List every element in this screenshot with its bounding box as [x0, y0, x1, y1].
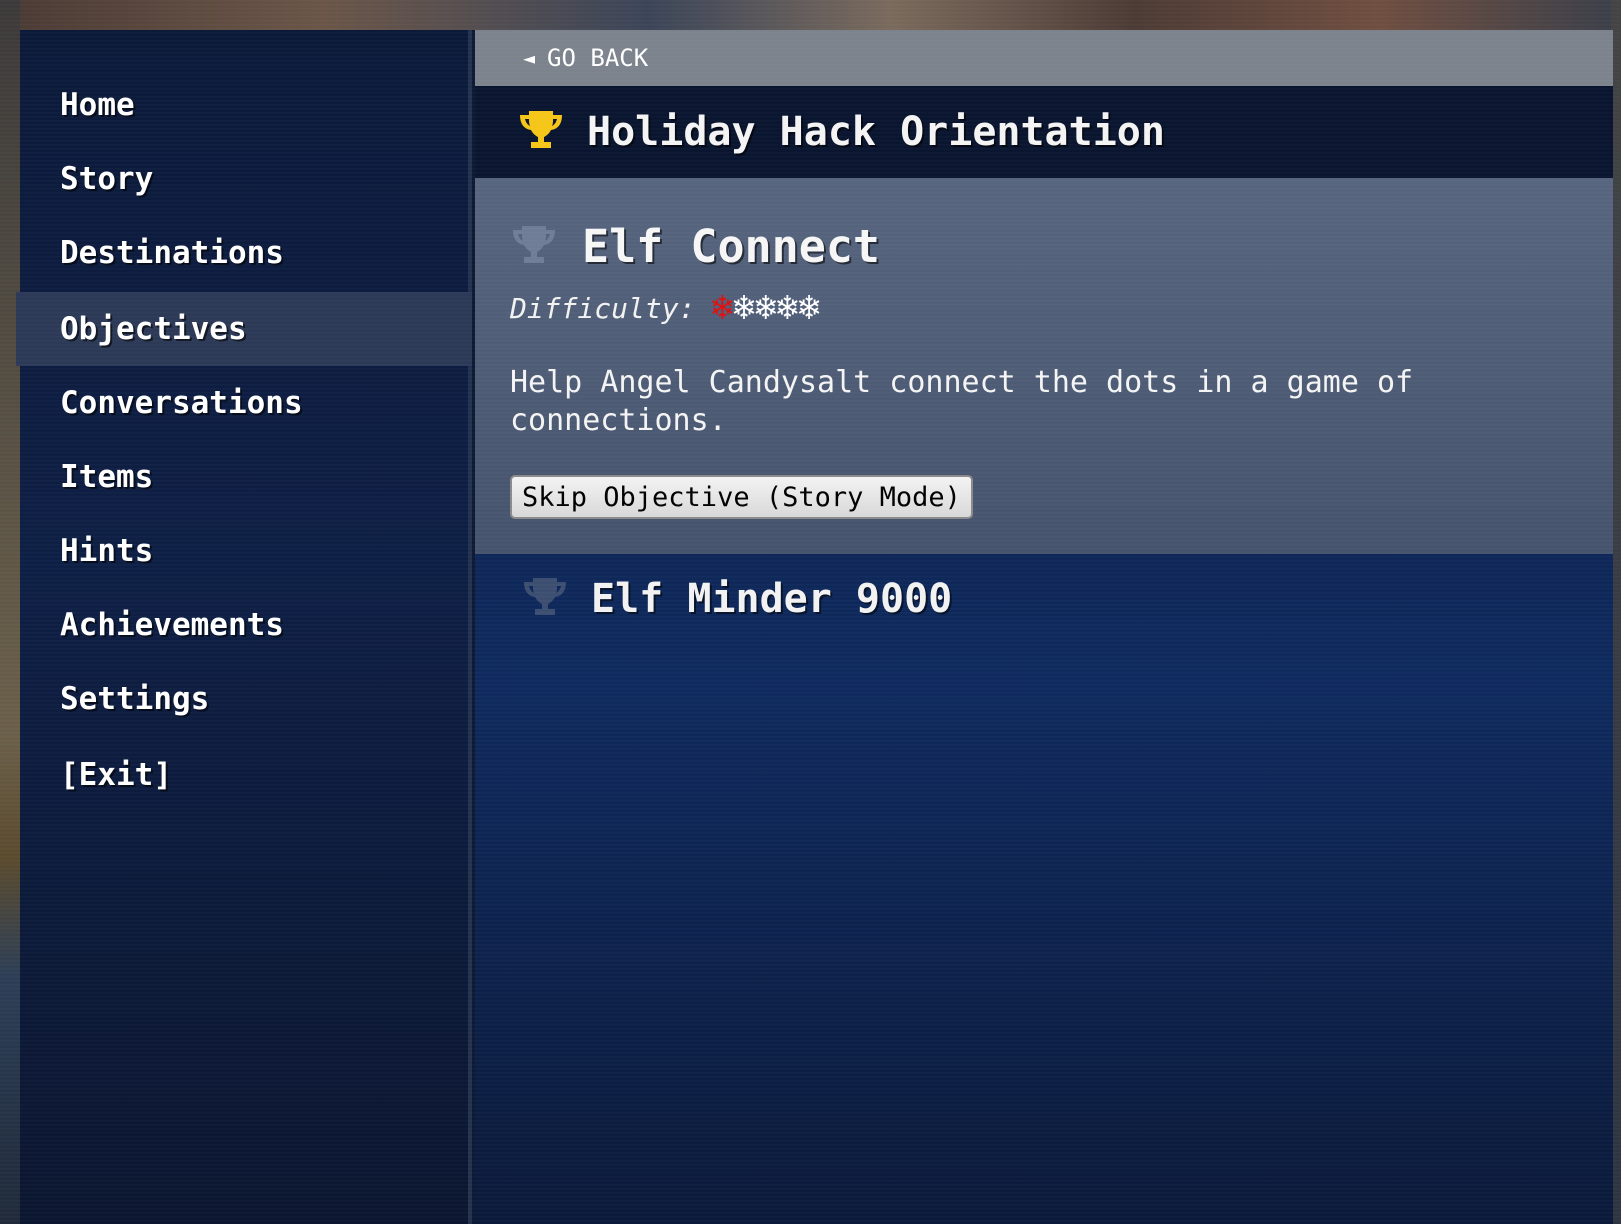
game-world-backdrop — [0, 0, 1621, 34]
snowflake-icon: ❄ — [754, 287, 777, 328]
sidebar-item-conversations[interactable]: Conversations — [20, 366, 472, 440]
snowflake-icon: ❄ — [733, 287, 755, 328]
objective-description: Help Angel Candysalt connect the dots in… — [510, 365, 1414, 438]
page-title: Holiday Hack Orientation — [587, 109, 1165, 155]
back-arrow-icon: ◄ — [523, 46, 536, 70]
snowflake-icon: ❄ — [711, 287, 734, 328]
game-world-backdrop-left — [0, 0, 20, 1224]
sidebar-item-hints[interactable]: Hints — [20, 514, 472, 588]
objective-title: Elf Minder 9000 — [591, 576, 953, 622]
sidebar-item-items[interactable]: Items — [20, 440, 472, 514]
sidebar-item-exit[interactable]: [Exit] — [20, 738, 472, 812]
go-back-label: GO BACK — [547, 44, 649, 72]
snowflake-icon: ❄ — [798, 287, 820, 328]
objective-card: Elf Connect Difficulty: ❄ ❄ ❄ ❄ ❄ Help Angel… — [475, 178, 1613, 554]
objective-title: Elf Connect — [582, 220, 881, 273]
sidebar-item-settings[interactable]: Settings — [20, 662, 472, 736]
snowflake-icon: ❄ — [776, 287, 799, 328]
sidebar-item-home[interactable]: Home — [20, 68, 472, 142]
sidebar-item-story[interactable]: Story — [20, 142, 472, 216]
difficulty-rating: ❄ ❄ ❄ ❄ ❄ — [711, 290, 819, 326]
sidebar-item-destinations[interactable]: Destinations — [20, 216, 472, 290]
trophy-icon — [510, 224, 558, 270]
sidebar-item-achievements[interactable]: Achievements — [20, 588, 472, 662]
go-back-button[interactable]: ◄ GO BACK — [475, 30, 1613, 86]
sidebar: Home Story Destinations Objectives Conve… — [16, 30, 472, 1224]
trophy-icon — [521, 576, 569, 622]
difficulty-label: Difficulty: — [510, 291, 696, 325]
trophy-icon — [517, 109, 565, 155]
objective-item-collapsed[interactable]: Elf Minder 9000 — [475, 554, 1613, 644]
sidebar-item-objectives[interactable]: Objectives — [16, 292, 472, 366]
objective-group-header[interactable]: Holiday Hack Orientation — [475, 86, 1613, 178]
skip-objective-button[interactable]: Skip Objective (Story Mode) — [510, 475, 973, 519]
